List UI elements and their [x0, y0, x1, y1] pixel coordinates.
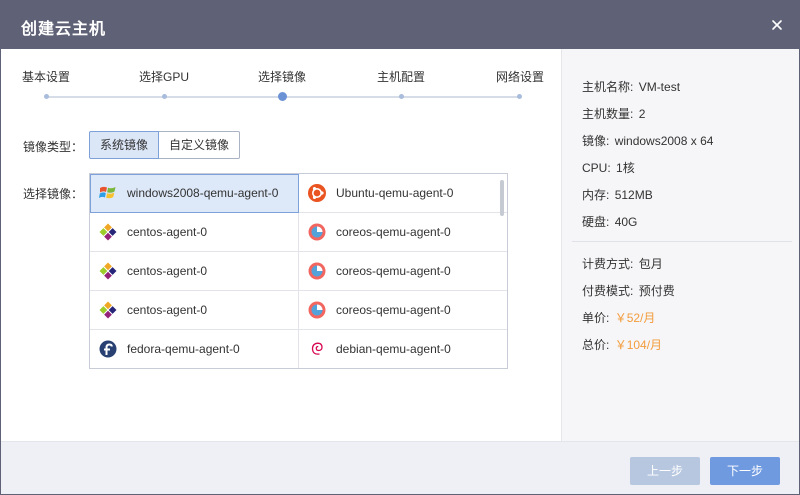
step-label: 基本设置: [21, 70, 70, 84]
summary-host-name: 主机名称: VM-test: [582, 78, 680, 95]
summary-billing: 计费方式: 包月: [582, 255, 663, 272]
image-name: coreos-qemu-agent-0: [336, 303, 451, 317]
step-label: 选择GPU: [138, 70, 189, 84]
ubuntu-icon: [308, 184, 326, 202]
summary-key: 镜像:: [582, 134, 610, 148]
image-name: centos-agent-0: [127, 264, 208, 278]
summary-value: 预付费: [638, 284, 675, 298]
summary-cpu: CPU: 1核: [582, 159, 635, 176]
step-dot: [517, 94, 522, 99]
image-item-coreos[interactable]: coreos-qemu-agent-0: [299, 252, 507, 291]
summary-value: 1核: [616, 161, 635, 175]
image-item-centos[interactable]: centos-agent-0: [90, 252, 299, 291]
coreos-icon: [308, 301, 326, 319]
image-name: centos-agent-0: [127, 303, 208, 317]
step-config[interactable]: 主机配置: [351, 69, 451, 85]
summary-payment: 付费模式: 预付费: [582, 282, 675, 299]
summary-key: 硬盘:: [582, 215, 610, 229]
summary-divider: [572, 241, 792, 242]
image-list-scrollbar[interactable]: [500, 180, 504, 216]
image-item-centos[interactable]: centos-agent-0: [90, 213, 299, 252]
summary-key: 付费模式:: [582, 284, 634, 298]
image-name: coreos-qemu-agent-0: [336, 264, 451, 278]
dialog-footer: 上一步 下一步: [1, 441, 799, 494]
summary-value: ￥104/月: [614, 338, 663, 352]
image-type-toggle: 系统镜像 自定义镜像: [89, 131, 241, 159]
step-dot: [44, 94, 49, 99]
image-type-label: 镜像类型：: [23, 140, 84, 154]
image-item-debian[interactable]: debian-qemu-agent-0: [299, 330, 507, 368]
image-item-fedora[interactable]: fedora-qemu-agent-0: [90, 330, 299, 368]
step-dot-active: [278, 92, 287, 101]
coreos-icon: [308, 223, 326, 241]
summary-value: 40G: [614, 215, 638, 229]
next-button[interactable]: 下一步: [710, 457, 780, 485]
image-list: windows2008-qemu-agent-0 Ubuntu-qemu-age…: [89, 173, 508, 369]
close-icon[interactable]: [769, 17, 785, 33]
step-basic[interactable]: 基本设置: [0, 69, 96, 85]
image-name: fedora-qemu-agent-0: [127, 342, 240, 356]
centos-icon: [99, 301, 117, 319]
summary-key: 主机数量:: [582, 107, 634, 121]
summary-key: 内存:: [582, 188, 610, 202]
image-name: debian-qemu-agent-0: [336, 342, 451, 356]
summary-unit-price: 单价: ￥52/月: [582, 309, 655, 326]
summary-host-count: 主机数量: 2: [582, 105, 645, 122]
step-label: 网络设置: [495, 70, 544, 84]
prev-button[interactable]: 上一步: [630, 457, 700, 485]
image-item-coreos[interactable]: coreos-qemu-agent-0: [299, 213, 507, 252]
summary-value: VM-test: [638, 80, 681, 94]
step-label: 选择镜像: [257, 70, 306, 84]
summary-key: 单价:: [582, 311, 610, 325]
step-image[interactable]: 选择镜像: [232, 69, 332, 85]
system-image-tab[interactable]: 系统镜像: [89, 131, 160, 159]
image-item-ubuntu[interactable]: Ubuntu-qemu-agent-0: [299, 174, 507, 213]
step-dot: [399, 94, 404, 99]
summary-total-price: 总价: ￥104/月: [582, 336, 662, 353]
centos-icon: [99, 223, 117, 241]
summary-key: 计费方式:: [582, 257, 634, 271]
image-name: windows2008-qemu-agent-0: [127, 186, 279, 200]
centos-icon: [99, 262, 117, 280]
step-gpu[interactable]: 选择GPU: [114, 69, 214, 85]
summary-value: windows2008 x 64: [614, 134, 714, 148]
create-vm-dialog: 创建云主机 基本设置 选择GPU 选择镜像 主机配置 网络设置 镜像类型： 系统…: [0, 0, 800, 495]
fedora-icon: [99, 340, 117, 358]
select-image-label: 选择镜像：: [23, 187, 84, 201]
custom-image-tab[interactable]: 自定义镜像: [159, 131, 241, 159]
summary-key: CPU:: [582, 161, 611, 175]
image-name: Ubuntu-qemu-agent-0: [336, 186, 454, 200]
summary-value: ￥52/月: [614, 311, 656, 325]
image-name: centos-agent-0: [127, 225, 208, 239]
image-name: coreos-qemu-agent-0: [336, 225, 451, 239]
step-network[interactable]: 网络设置: [470, 69, 570, 85]
step-label: 主机配置: [376, 70, 425, 84]
coreos-icon: [308, 262, 326, 280]
summary-disk: 硬盘: 40G: [582, 213, 637, 230]
summary-value: 2: [638, 107, 646, 121]
debian-icon: [308, 340, 326, 358]
summary-value: 包月: [638, 257, 663, 271]
dialog-titlebar: 创建云主机: [1, 1, 799, 49]
summary-memory: 内存: 512MB: [582, 186, 653, 203]
dialog-title: 创建云主机: [21, 21, 107, 38]
summary-key: 总价:: [582, 338, 610, 352]
image-item-coreos[interactable]: coreos-qemu-agent-0: [299, 291, 507, 330]
image-item-centos[interactable]: centos-agent-0: [90, 291, 299, 330]
summary-image: 镜像: windows2008 x 64: [582, 132, 713, 149]
step-dot: [162, 94, 167, 99]
windows-icon: [99, 184, 117, 202]
summary-value: 512MB: [614, 188, 653, 202]
summary-panel: 主机名称: VM-test 主机数量: 2 镜像: windows2008 x …: [561, 49, 799, 441]
main-panel: 基本设置 选择GPU 选择镜像 主机配置 网络设置 镜像类型： 系统镜像 自定义…: [1, 49, 561, 441]
image-item-windows2008[interactable]: windows2008-qemu-agent-0: [90, 174, 299, 213]
summary-key: 主机名称:: [582, 80, 634, 94]
